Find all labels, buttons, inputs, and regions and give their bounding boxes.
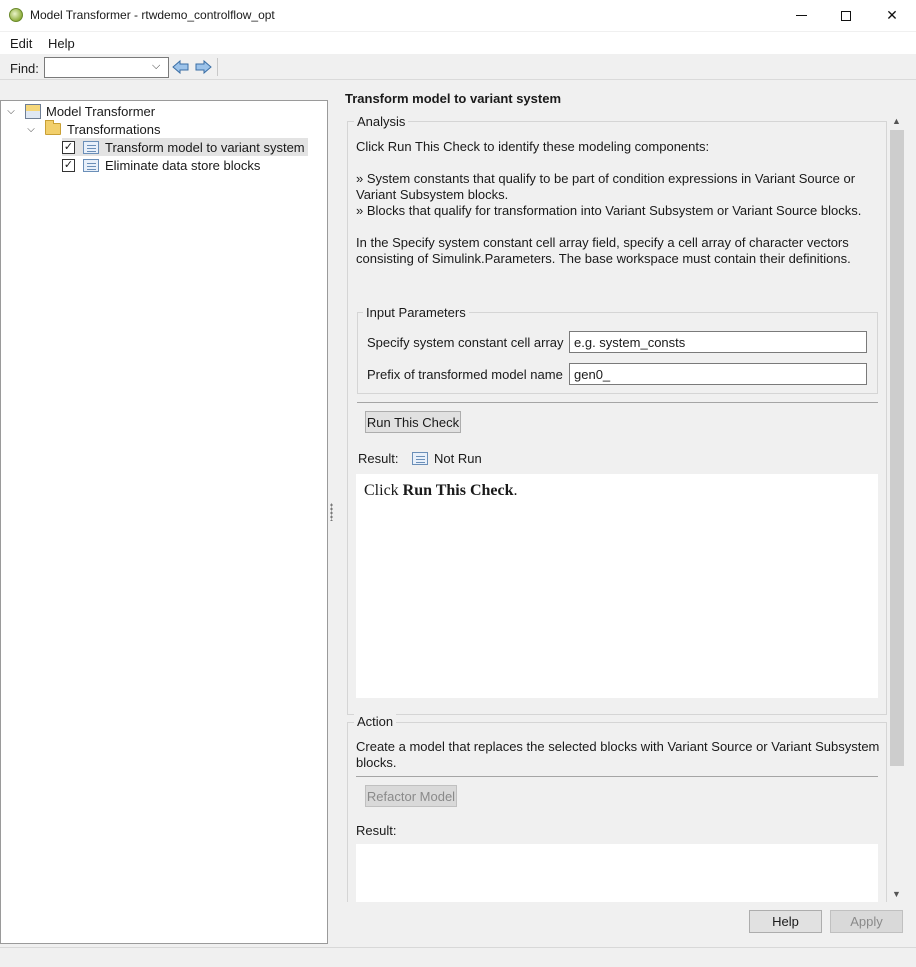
tree-label: Transformations (67, 121, 161, 137)
system-constant-label: Specify system constant cell array (367, 335, 564, 350)
scrollbar-thumb[interactable] (890, 130, 904, 766)
tree-label: Model Transformer (46, 103, 156, 119)
tree-node-transform-variant[interactable]: ✓ Transform model to variant system (62, 138, 308, 156)
back-arrow-icon[interactable] (172, 59, 190, 75)
app-icon (9, 8, 23, 22)
minimize-icon (795, 15, 807, 16)
analysis-result-box: Click Run This Check. (356, 474, 878, 698)
find-combobox[interactable] (44, 57, 169, 78)
action-result-label: Result: (356, 823, 397, 838)
result-text: Click (364, 482, 403, 499)
scroll-up-icon[interactable]: ▲ (888, 112, 905, 129)
analysis-bullet-2: » Blocks that qualify for transformation… (356, 203, 862, 218)
divider (356, 776, 878, 777)
help-button[interactable]: Help (749, 910, 822, 933)
maximize-icon (841, 10, 851, 21)
apply-button[interactable]: Apply (830, 910, 903, 933)
action-legend: Action (354, 714, 397, 729)
checkbox[interactable]: ✓ (62, 140, 75, 154)
model-transformer-icon (25, 103, 41, 119)
tree-panel (0, 100, 328, 944)
analysis-intro: Click Run This Check to identify these m… (356, 139, 710, 154)
action-result-box (356, 844, 878, 902)
tree-label: Transform model to variant system (105, 139, 305, 155)
status-bar (0, 947, 916, 967)
prefix-input[interactable]: gen0_ (569, 363, 867, 385)
result-text-suffix: . (513, 482, 518, 499)
result-label: Result: (358, 451, 399, 466)
analysis-legend: Analysis (354, 114, 409, 129)
result-status: Not Run (434, 451, 482, 466)
checkbox[interactable]: ✓ (62, 158, 75, 172)
window-title: Model Transformer - rtwdemo_controlflow_… (30, 8, 275, 22)
prefix-label: Prefix of transformed model name (367, 367, 563, 382)
splitter-handle[interactable] (330, 503, 333, 521)
menu-bar (0, 32, 916, 54)
close-icon: ✕ (886, 7, 898, 23)
folder-icon (45, 120, 61, 135)
tree-node-transformations[interactable]: ⌵ Transformations (25, 120, 160, 138)
system-constant-input[interactable]: e.g. system_consts (569, 331, 867, 353)
result-message: Click Run This Check. (364, 482, 518, 500)
menu-edit[interactable]: Edit (10, 36, 32, 51)
forward-arrow-icon[interactable] (194, 59, 212, 75)
tree-node-eliminate-data-store[interactable]: ✓ Eliminate data store blocks (62, 156, 260, 174)
not-run-icon (412, 452, 428, 465)
analysis-bullet-1: » System constants that qualify to be pa… (356, 171, 856, 202)
result-text-bold: Run This Check (402, 482, 514, 499)
close-button[interactable]: ✕ (869, 0, 915, 31)
find-label: Find: (10, 61, 39, 76)
run-this-check-button[interactable]: Run This Check (365, 411, 461, 433)
analysis-specify-text: In the Specify system constant cell arra… (356, 235, 851, 266)
chevron-down-icon[interactable]: ⌵ (5, 106, 17, 117)
check-document-icon (83, 140, 99, 154)
chevron-down-icon[interactable]: ⌵ (152, 60, 160, 73)
toolbar-separator (217, 58, 218, 76)
check-document-icon (83, 158, 99, 172)
scroll-content: Analysis Click Run This Check to identif… (337, 110, 887, 902)
refactor-model-button[interactable]: Refactor Model (365, 785, 457, 807)
scroll-down-icon[interactable]: ▼ (888, 885, 905, 902)
chevron-down-icon[interactable]: ⌵ (25, 124, 37, 135)
tree-node-model-transformer[interactable]: ⌵ Model Transformer (5, 102, 155, 120)
minimize-button[interactable] (778, 0, 824, 31)
maximize-button[interactable] (823, 0, 869, 31)
panel-title: Transform model to variant system (345, 91, 562, 106)
action-text: Create a model that replaces the selecte… (356, 739, 880, 770)
divider (357, 402, 878, 403)
tree-label: Eliminate data store blocks (105, 157, 261, 173)
input-parameters-legend: Input Parameters (363, 305, 469, 320)
menu-help[interactable]: Help (48, 36, 75, 51)
